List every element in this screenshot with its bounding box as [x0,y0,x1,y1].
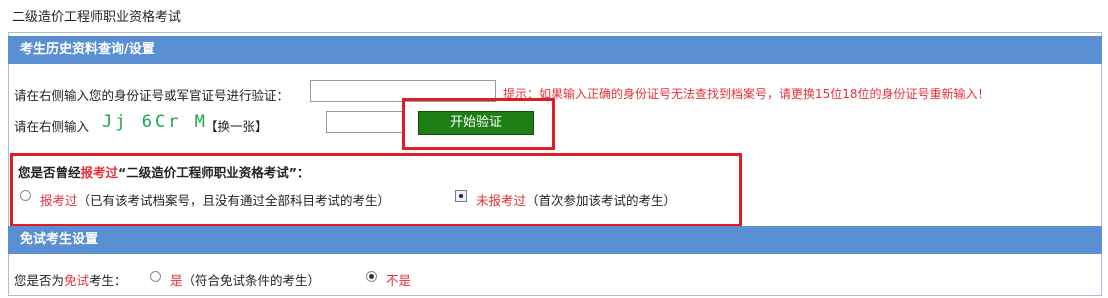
option-first-time: 未报考过（首次参加该考试的考生） [476,190,676,209]
history-section-header: 考生历史资料查询/设置 [8,36,1102,64]
option-exempt-yes: 是（符合免试条件的考生） [170,270,320,289]
hint-text: 提示：如果输入正确的身份证号无法查找到档案号，请更换15位18位的身份证号重新输… [503,87,990,101]
radio-exempt-no[interactable] [366,271,377,282]
option-first-time-label: 未报考过 [476,193,527,208]
option-first-time-desc: （首次参加该考试的考生） [526,193,677,208]
captcha-image: Jj 6Cr M [102,112,208,132]
option-exempt-no-label: 不是 [386,273,412,288]
id-prompt-label: 请在右侧输入您的身份证号或军官证号进行验证： [14,88,290,103]
exemption-question-prefix: 您是否为 [14,273,65,288]
exemption-question-suffix: 考生： [89,273,127,288]
option-exempt-yes-label: 是 [170,273,183,288]
exam-type-question-suffix: “二级造价工程师职业资格考试”： [118,165,310,180]
captcha-prompt-label: 请在右侧输入 [14,119,90,134]
exam-type-question-emph: 报考过 [80,165,119,180]
option-taken-before-label: 报考过 [40,193,78,208]
exam-type-question: 您是否曾经报考过“二级造价工程师职业资格考试”： [18,162,309,181]
captcha-input[interactable] [326,111,404,133]
exemption-question-emph: 免试 [64,273,90,288]
exam-type-question-prefix: 您是否曾经 [18,165,81,180]
exemption-question: 您是否为免试考生： [14,270,127,289]
option-taken-before-desc: （已有该考试档案号，且没有通过全部科目考试的考生） [77,193,391,208]
radio-exempt-yes[interactable] [150,271,161,282]
refresh-captcha-link[interactable]: 【换一张】 [205,116,268,135]
page-title: 二级造价工程师职业资格考试 [12,10,182,25]
radio-taken-before[interactable] [20,190,31,201]
exemption-section-header: 免试考生设置 [8,226,1102,254]
start-verify-button[interactable]: 开始验证 [418,111,534,135]
option-taken-before: 报考过（已有该考试档案号，且没有通过全部科目考试的考生） [40,190,390,209]
radio-first-time[interactable] [455,190,467,202]
option-exempt-yes-desc: （符合免试条件的考生） [182,273,321,288]
